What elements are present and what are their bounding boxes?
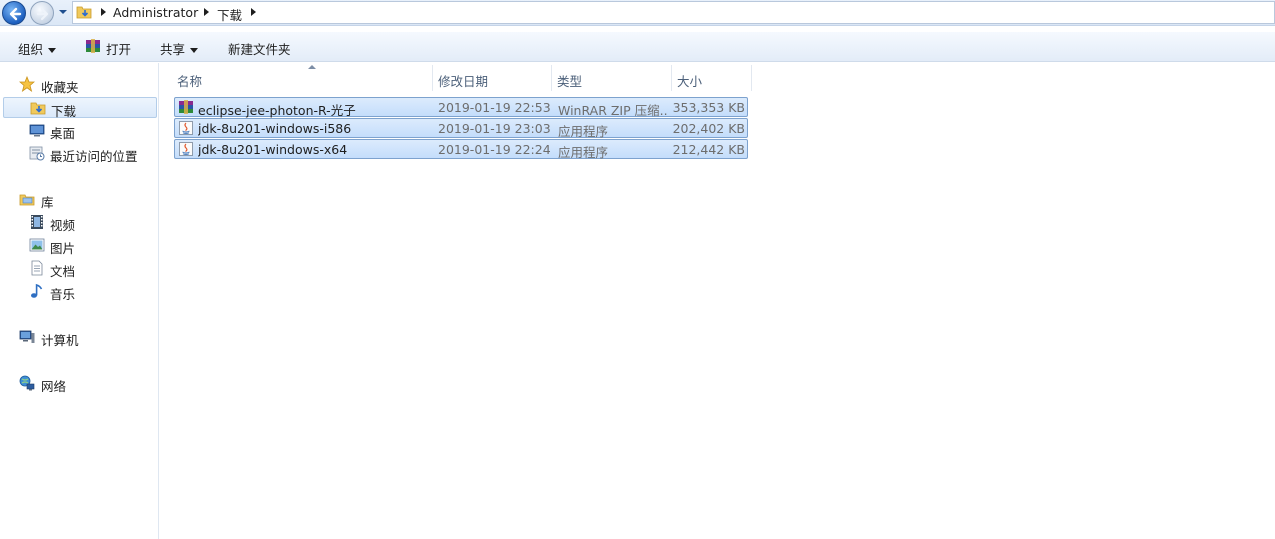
file-size: 353,353 KB xyxy=(672,100,745,115)
file-list: 名称 修改日期 类型 大小 eclipse-jee-photon-R-光子 20… xyxy=(160,63,1275,539)
organize-label: 组织 xyxy=(18,42,44,57)
file-row[interactable]: eclipse-jee-photon-R-光子 2019-01-19 22:53… xyxy=(174,97,748,118)
address-field[interactable]: Administrator 下载 xyxy=(72,1,1275,24)
nav-item-pictures[interactable]: 图片 xyxy=(3,235,157,256)
nav-item-recent-places[interactable]: 最近访问的位置 xyxy=(3,143,157,164)
java-installer-icon xyxy=(179,142,193,156)
arrow-left-icon xyxy=(9,7,22,21)
breadcrumb-separator-icon[interactable] xyxy=(204,8,209,16)
nav-computer[interactable]: 计算机 xyxy=(3,327,157,348)
nav-label: 文档 xyxy=(50,264,76,279)
star-icon xyxy=(19,76,35,92)
column-header-label: 名称 xyxy=(177,74,203,89)
nav-network[interactable]: 网络 xyxy=(3,373,157,394)
new-folder-label: 新建文件夹 xyxy=(228,42,291,57)
nav-item-music[interactable]: 音乐 xyxy=(3,281,157,302)
file-type: 应用程序 xyxy=(558,124,609,139)
forward-button[interactable] xyxy=(30,1,54,25)
winrar-icon xyxy=(86,39,100,53)
breadcrumb-separator-icon[interactable] xyxy=(251,8,256,16)
nav-libraries[interactable]: 库 xyxy=(3,189,157,210)
file-type: 应用程序 xyxy=(558,145,609,160)
arrow-right-icon xyxy=(36,7,49,21)
nav-favorites[interactable]: 收藏夹 xyxy=(3,74,157,95)
download-folder-icon xyxy=(76,6,92,19)
back-button[interactable] xyxy=(2,1,26,25)
command-bar: 组织 打开 共享 新建文件夹 xyxy=(0,32,1275,62)
file-size: 202,402 KB xyxy=(672,121,745,136)
file-size: 212,442 KB xyxy=(672,142,745,157)
nav-item-desktop[interactable]: 桌面 xyxy=(3,120,157,141)
nav-label: 图片 xyxy=(50,241,76,256)
music-icon xyxy=(31,283,43,298)
recent-pages-dropdown-icon[interactable] xyxy=(57,6,69,18)
breadcrumb-separator-icon[interactable] xyxy=(101,8,106,16)
column-header-date[interactable]: 修改日期 xyxy=(432,65,552,91)
column-header-label: 修改日期 xyxy=(438,74,489,89)
nav-item-documents[interactable]: 文档 xyxy=(3,258,157,279)
computer-icon xyxy=(19,330,35,343)
nav-item-videos[interactable]: 视频 xyxy=(3,212,157,233)
nav-label: 计算机 xyxy=(41,333,79,348)
file-date: 2019-01-19 22:53 xyxy=(438,100,550,115)
download-folder-icon xyxy=(30,102,46,115)
share-menu[interactable]: 共享 xyxy=(160,39,199,58)
sort-ascending-icon xyxy=(308,65,316,69)
organize-menu[interactable]: 组织 xyxy=(18,39,57,58)
column-header-label: 大小 xyxy=(677,74,703,89)
nav-label: 库 xyxy=(41,195,54,210)
open-label: 打开 xyxy=(106,42,132,57)
recent-places-icon xyxy=(29,146,45,161)
file-date: 2019-01-19 22:24 xyxy=(438,142,550,157)
open-button[interactable]: 打开 xyxy=(85,39,131,58)
column-header-name[interactable]: 名称 xyxy=(171,65,433,91)
nav-label: 收藏夹 xyxy=(41,80,79,95)
column-header-type[interactable]: 类型 xyxy=(551,65,672,91)
breadcrumb-downloads[interactable]: 下载 xyxy=(217,5,242,24)
file-name: jdk-8u201-windows-i586 xyxy=(198,121,352,136)
nav-label: 视频 xyxy=(50,218,76,233)
nav-label: 最近访问的位置 xyxy=(50,149,138,164)
column-header-label: 类型 xyxy=(557,74,583,89)
nav-label: 下载 xyxy=(51,104,77,119)
file-name: eclipse-jee-photon-R-光子 xyxy=(198,103,356,118)
chevron-down-icon xyxy=(190,48,199,53)
desktop-icon xyxy=(29,124,45,137)
picture-icon xyxy=(29,238,45,252)
breadcrumb-administrator[interactable]: Administrator xyxy=(113,5,198,20)
library-icon xyxy=(19,194,35,206)
column-header-size[interactable]: 大小 xyxy=(671,65,752,91)
file-row[interactable]: jdk-8u201-windows-x64 2019-01-19 22:24 应… xyxy=(174,139,748,160)
nav-label: 音乐 xyxy=(50,287,76,302)
file-date: 2019-01-19 23:03 xyxy=(438,121,550,136)
share-label: 共享 xyxy=(160,42,186,57)
video-icon xyxy=(31,215,43,229)
file-type: WinRAR ZIP 压缩... xyxy=(558,103,668,118)
nav-item-downloads[interactable]: 下载 xyxy=(3,97,157,119)
nav-label: 桌面 xyxy=(50,126,76,141)
file-name: jdk-8u201-windows-x64 xyxy=(198,142,348,157)
java-installer-icon xyxy=(179,121,193,135)
network-icon xyxy=(19,375,35,391)
file-row[interactable]: jdk-8u201-windows-i586 2019-01-19 23:03 … xyxy=(174,118,748,139)
navigation-pane: 收藏夹 下载 桌面 最近访问的位置 库 视频 图片 文档 音乐 计算机 网络 xyxy=(0,63,159,539)
nav-label: 网络 xyxy=(41,379,67,394)
address-bar: Administrator 下载 xyxy=(0,0,1275,26)
document-icon xyxy=(31,260,43,276)
winrar-archive-icon xyxy=(179,100,193,114)
new-folder-button[interactable]: 新建文件夹 xyxy=(228,39,291,58)
chevron-down-icon xyxy=(48,48,57,53)
